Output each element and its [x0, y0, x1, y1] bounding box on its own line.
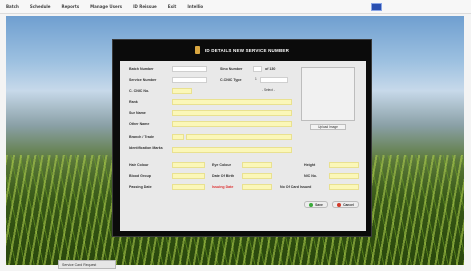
- cards-issued-label: No Of Card Issued: [280, 185, 312, 189]
- menu-item-schedule[interactable]: Schedule: [30, 4, 51, 9]
- cancel-icon: [337, 202, 342, 207]
- hair-colour-label: Hair Colour: [129, 163, 149, 167]
- menu-item-batch[interactable]: Batch: [6, 4, 19, 9]
- service-number-label: Service Number: [129, 78, 157, 82]
- dialog-title-bar: ID DETAILS NEW SERVICE NUMBER: [113, 40, 371, 60]
- passing-date-label: Passing Date: [129, 185, 152, 189]
- blood-group-label: Blood Group: [129, 174, 151, 178]
- form-panel: Batch Number PAKISTAN 2016 Sino Number 1…: [120, 61, 366, 231]
- nic-no-input[interactable]: [329, 173, 359, 179]
- passing-date-input[interactable]: [172, 184, 205, 190]
- app-window-icon[interactable]: [371, 3, 382, 11]
- other-name-input[interactable]: [172, 121, 292, 127]
- menu-item-id-reissue[interactable]: ID Reissue: [133, 4, 157, 9]
- eye-colour-label: Eye Colour: [212, 163, 231, 167]
- cancel-button[interactable]: Cancel: [332, 201, 359, 208]
- cnic-type-select[interactable]: - Select -: [260, 77, 288, 92]
- upload-image-button[interactable]: Upload Image: [310, 124, 346, 130]
- height-input[interactable]: [329, 162, 359, 168]
- sno-total: of 130: [265, 67, 276, 71]
- batch-number-label: Batch Number: [129, 67, 154, 71]
- batch-number-select[interactable]: PAKISTAN 2016: [172, 66, 207, 81]
- issuing-date-label: Issuing Date: [212, 185, 234, 189]
- sno-input[interactable]: 1: [253, 66, 262, 81]
- rank-label: Rank: [129, 100, 138, 104]
- eye-colour-input[interactable]: [242, 162, 272, 168]
- sno-label: Sino Number: [220, 67, 243, 71]
- menu-item-manage-users[interactable]: Manage Users: [90, 4, 122, 9]
- height-label: Height: [304, 163, 316, 167]
- document-icon: [194, 46, 200, 54]
- date-of-birth-label: Date Of Birth: [212, 174, 235, 178]
- hair-colour-input[interactable]: [172, 162, 205, 168]
- branch-trade-label: Branch / Trade: [129, 135, 154, 139]
- identification-marks-input[interactable]: [172, 147, 292, 153]
- save-icon: [309, 202, 314, 207]
- cards-issued-input[interactable]: [329, 184, 359, 190]
- cnic-type-label: C.CNIC Type: [220, 78, 242, 82]
- cnic-no-input[interactable]: 2: [172, 88, 192, 103]
- photo-box: [301, 67, 355, 121]
- taskbar-item[interactable]: Service Card Request: [58, 260, 116, 269]
- blood-group-input[interactable]: [172, 173, 205, 179]
- save-button-label: Save: [315, 202, 323, 207]
- service-number-dialog: ID DETAILS NEW SERVICE NUMBER Batch Numb…: [112, 39, 372, 237]
- sur-name-label: Sur Name: [129, 111, 146, 115]
- cancel-button-label: Cancel: [343, 202, 354, 207]
- other-name-label: Other Name: [129, 122, 150, 126]
- branch-trade-input[interactable]: [186, 134, 292, 140]
- menu-item-intellio[interactable]: Intellio: [187, 4, 203, 9]
- rank-input[interactable]: [172, 99, 292, 105]
- save-button[interactable]: Save: [304, 201, 328, 208]
- dialog-title: ID DETAILS NEW SERVICE NUMBER: [204, 47, 290, 53]
- branch-code-input[interactable]: [172, 134, 184, 140]
- issuing-date-input[interactable]: [242, 184, 272, 190]
- date-of-birth-input[interactable]: [242, 173, 272, 179]
- cnic-no-label: C. CNIC No.: [129, 89, 150, 93]
- service-number-input[interactable]: PAF C3: [172, 77, 207, 92]
- menu-item-reports[interactable]: Reports: [62, 4, 80, 9]
- identification-marks-label: Identification Marks: [129, 146, 163, 150]
- menu-item-exit[interactable]: Exit: [168, 4, 177, 9]
- sur-name-input[interactable]: [172, 110, 292, 116]
- menu-bar: Batch Schedule Reports Manage Users ID R…: [0, 0, 471, 14]
- nic-no-label: NIC No.: [304, 174, 317, 178]
